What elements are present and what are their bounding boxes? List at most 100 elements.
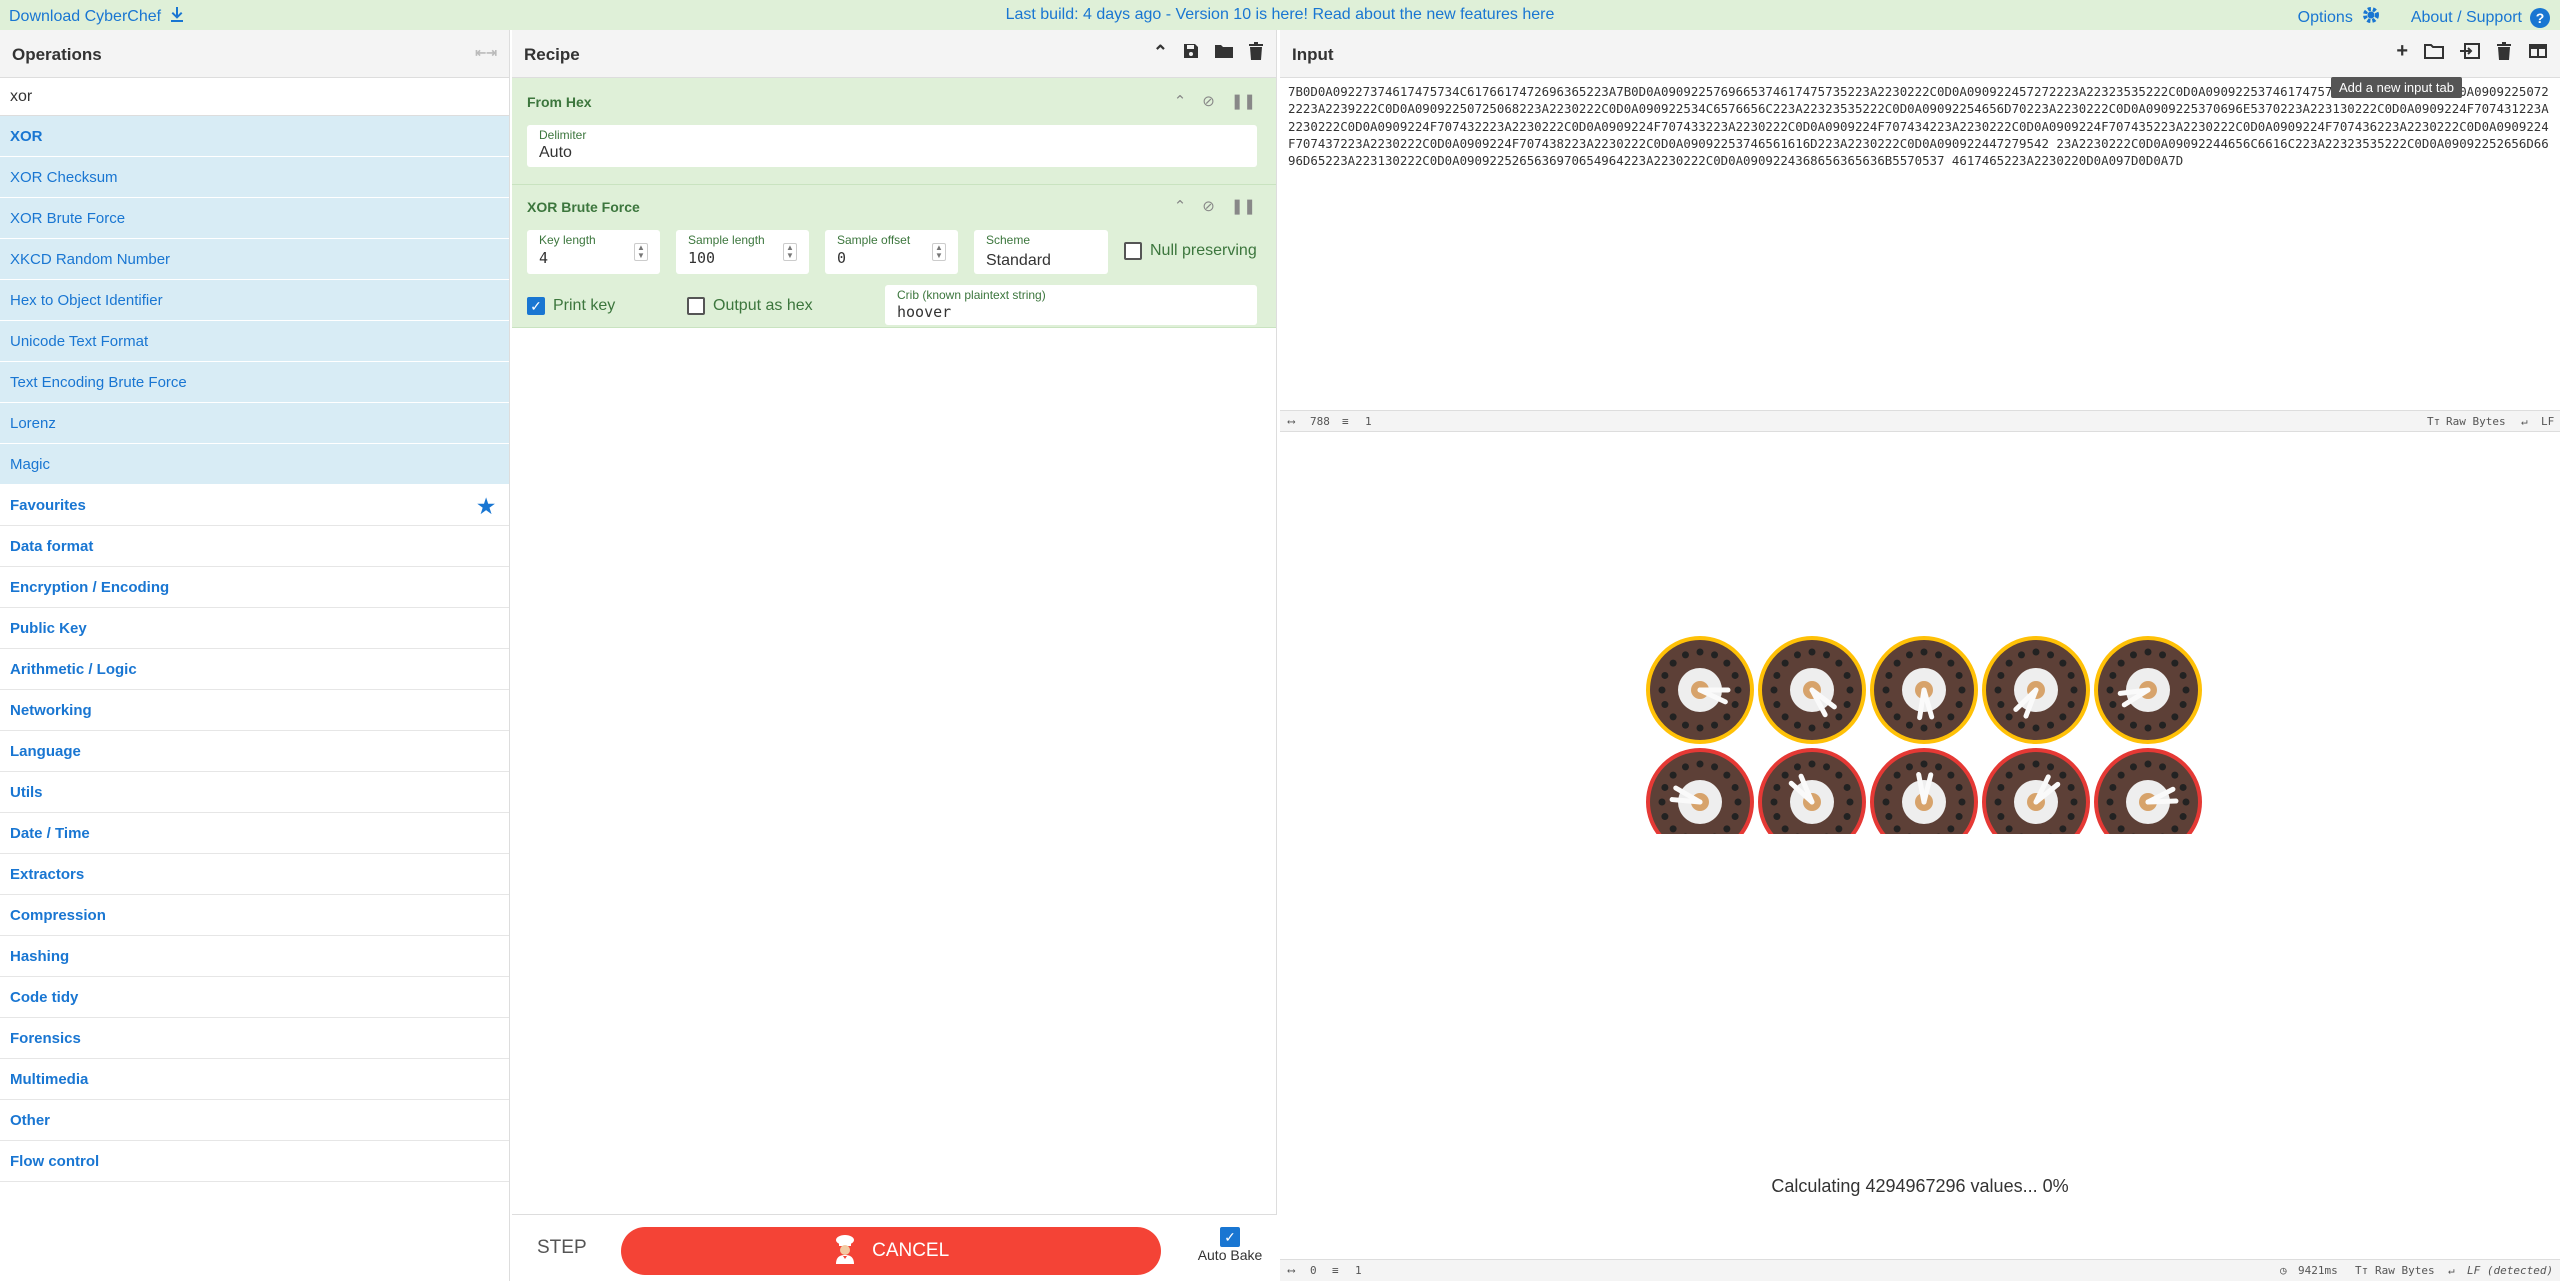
input-textarea[interactable]: 7B0D0A09227374617475734C6176617472696365… [1280, 78, 2560, 410]
category-hashing[interactable]: Hashing [0, 936, 509, 977]
null-preserving-label: Null preserving [1150, 242, 1257, 260]
sample-offset-field[interactable]: Sample offset 0 ▲▼ [825, 230, 958, 274]
category-data-format[interactable]: Data format [0, 526, 509, 567]
key-length-value[interactable]: 4 [539, 249, 548, 267]
null-preserving-checkbox[interactable]: Null preserving [1124, 242, 1257, 260]
step-button[interactable]: STEP [537, 1237, 587, 1259]
op-item-unicode-text-format[interactable]: Unicode Text Format [0, 321, 509, 362]
category-encryption-encoding[interactable]: Encryption / Encoding [0, 567, 509, 608]
op-item-hex-to-object-identifier[interactable]: Hex to Object Identifier [0, 280, 509, 321]
checkbox-icon[interactable] [687, 297, 705, 315]
about-link[interactable]: About / Support [2411, 9, 2522, 27]
stepper-icon[interactable]: ▲▼ [634, 243, 648, 261]
op-item-text-encoding-brute-force[interactable]: Text Encoding Brute Force [0, 362, 509, 403]
eol-icon[interactable]: ↵ [2521, 415, 2528, 428]
auto-bake-toggle[interactable]: ✓ Auto Bake [1190, 1227, 1270, 1263]
print-key-label: Print key [553, 297, 615, 315]
category-language[interactable]: Language [0, 731, 509, 772]
input-eol[interactable]: LF [2541, 415, 2554, 428]
category-networking[interactable]: Networking [0, 690, 509, 731]
disable-icon[interactable]: ⊘ [1202, 197, 1215, 215]
scheme-value[interactable]: Standard [986, 252, 1051, 270]
loader-plate [1984, 638, 2088, 742]
options-link[interactable]: Options [2298, 9, 2353, 27]
output-format[interactable]: Raw Bytes [2375, 1264, 2435, 1277]
checkmark-icon[interactable]: ✓ [527, 297, 545, 315]
open-folder-icon[interactable] [2424, 42, 2444, 65]
delimiter-field[interactable]: Delimiter Auto [527, 125, 1257, 167]
sample-length-field[interactable]: Sample length 100 ▲▼ [676, 230, 809, 274]
eol-icon[interactable]: ↵ [2448, 1264, 2455, 1277]
pause-icon[interactable]: ❚❚ [1231, 197, 1256, 215]
collapse-icon[interactable]: ⇤⇥ [475, 45, 497, 61]
sample-length-value[interactable]: 100 [688, 249, 715, 267]
cancel-button[interactable]: CANCEL [621, 1227, 1161, 1275]
crib-value[interactable]: hoover [897, 303, 951, 321]
clock-icon: ◷ [2280, 1264, 2287, 1277]
key-length-field[interactable]: Key length 4 ▲▼ [527, 230, 660, 274]
output-eol[interactable]: LF (detected) [2467, 1264, 2553, 1277]
category-utils[interactable]: Utils [0, 772, 509, 813]
text-format-icon[interactable]: Tт [2355, 1264, 2368, 1277]
stepper-icon[interactable]: ▲▼ [783, 243, 797, 261]
folder-icon[interactable] [1214, 42, 1234, 65]
trash-icon[interactable] [1248, 42, 1264, 65]
plus-icon[interactable]: + [2396, 42, 2408, 65]
cancel-label[interactable]: CANCEL [872, 1240, 949, 1261]
help-icon[interactable]: ? [2530, 8, 2550, 28]
category-flow-control[interactable]: Flow control [0, 1141, 509, 1182]
op-item-lorenz[interactable]: Lorenz [0, 403, 509, 444]
category-extractors[interactable]: Extractors [0, 854, 509, 895]
category-code-tidy[interactable]: Code tidy [0, 977, 509, 1018]
category-compression[interactable]: Compression [0, 895, 509, 936]
output-area: Calculating 4294967296 values... 0% [1280, 434, 2560, 1254]
scheme-select[interactable]: Scheme Standard [974, 230, 1108, 274]
checkbox-icon[interactable] [1124, 242, 1142, 260]
recipe-op-from-hex: From Hex ⌃ ⊘ ❚❚ Delimiter Auto [512, 78, 1276, 185]
search-input[interactable]: xor [0, 78, 509, 116]
sample-offset-value[interactable]: 0 [837, 249, 846, 267]
from-hex-title: From Hex [527, 94, 592, 110]
category-date-time[interactable]: Date / Time [0, 813, 509, 854]
stepper-icon[interactable]: ▲▼ [932, 243, 946, 261]
chevron-up-icon[interactable]: ⌃ [1153, 42, 1168, 65]
calculating-message: Calculating 4294967296 values... 0% [1280, 1176, 2560, 1197]
layout-icon[interactable] [2528, 42, 2548, 65]
op-item-xor-brute-force[interactable]: XOR Brute Force [0, 198, 509, 239]
loader-plate [2096, 638, 2200, 742]
chevron-up-icon[interactable]: ⌃ [1174, 92, 1187, 110]
input-format[interactable]: Raw Bytes [2446, 415, 2506, 428]
save-icon[interactable] [1182, 42, 1200, 65]
chevron-up-icon[interactable]: ⌃ [1174, 197, 1187, 215]
loader-plate [1648, 638, 1752, 742]
category-arithmetic-logic[interactable]: Arithmetic / Logic [0, 649, 509, 690]
build-message[interactable]: Last build: 4 days ago - Version 10 is h… [0, 6, 2560, 24]
input-status-bar: ⟷ 788 ≡ 1 Tт Raw Bytes ↵ LF [1280, 410, 2560, 432]
disable-icon[interactable]: ⊘ [1202, 92, 1215, 110]
category-forensics[interactable]: Forensics [0, 1018, 509, 1059]
op-item-xkcd-random-number[interactable]: XKCD Random Number [0, 239, 509, 280]
sample-length-label: Sample length [688, 233, 765, 247]
loading-animation [1280, 434, 2560, 834]
text-format-icon[interactable]: Tт [2427, 415, 2440, 428]
loader-plate [1984, 750, 2088, 834]
pause-icon[interactable]: ❚❚ [1231, 92, 1256, 110]
print-key-checkbox[interactable]: ✓ Print key [527, 297, 615, 315]
op-item-magic[interactable]: Magic [0, 444, 509, 485]
category-public-key[interactable]: Public Key [0, 608, 509, 649]
op-item-xor[interactable]: XOR [0, 116, 509, 157]
category-other[interactable]: Other [0, 1100, 509, 1141]
op-item-xor-checksum[interactable]: XOR Checksum [0, 157, 509, 198]
recipe-op-xor-brute-force: XOR Brute Force ⌃ ⊘ ❚❚ Key length 4 ▲▼ S… [512, 185, 1276, 328]
import-icon[interactable] [2460, 42, 2480, 65]
crib-field[interactable]: Crib (known plaintext string) hoover [885, 285, 1257, 325]
output-as-hex-checkbox[interactable]: Output as hex [687, 297, 813, 315]
category-multimedia[interactable]: Multimedia [0, 1059, 509, 1100]
checkmark-icon[interactable]: ✓ [1220, 1227, 1240, 1247]
star-icon: ★ [477, 494, 495, 519]
trash-icon[interactable] [2496, 42, 2512, 65]
category-favourites[interactable]: Favourites★ [0, 485, 509, 526]
delimiter-value[interactable]: Auto [539, 144, 572, 162]
length-icon: ⟷ [1288, 1264, 1295, 1277]
gear-icon[interactable] [2361, 5, 2381, 30]
